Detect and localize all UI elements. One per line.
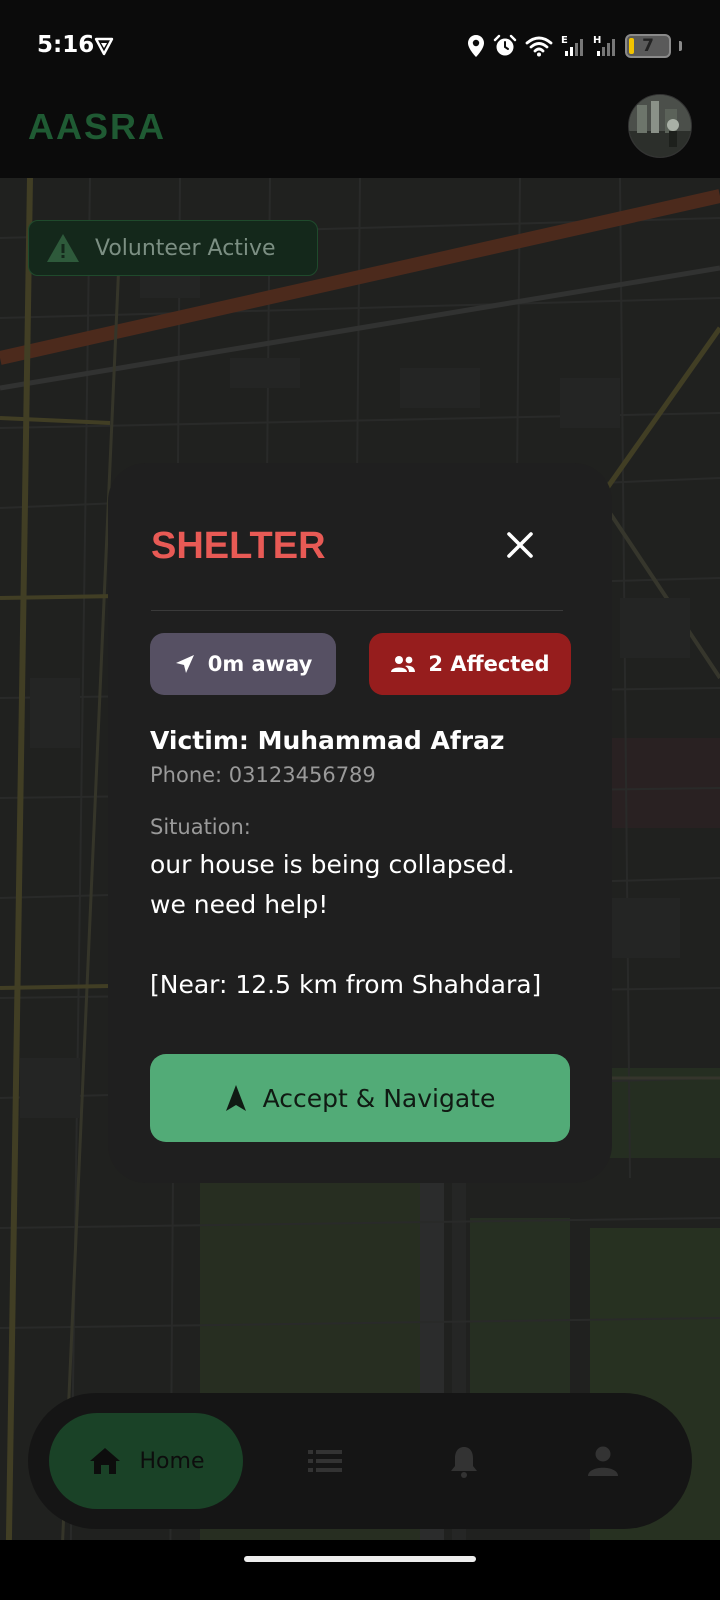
nav-home-label: Home xyxy=(139,1448,205,1474)
close-button[interactable] xyxy=(494,519,546,571)
battery-icon: 7 xyxy=(625,34,671,58)
accept-navigate-label: Accept & Navigate xyxy=(262,1083,496,1113)
navigation-icon xyxy=(225,1085,246,1111)
app-title: AASRA xyxy=(28,106,167,147)
location-icon xyxy=(468,35,484,57)
list-icon xyxy=(308,1450,342,1472)
wifi-icon xyxy=(525,36,553,57)
alert-title: SHELTER xyxy=(151,525,326,567)
app-bar: AASRA xyxy=(0,92,720,178)
distance-label: 0m away xyxy=(207,652,313,676)
nav-profile[interactable] xyxy=(583,1441,623,1481)
battery-tip xyxy=(679,41,682,51)
signal-e-icon: E xyxy=(561,35,583,56)
status-bar: 5:16 E H 7 xyxy=(0,0,720,92)
volunteer-status-label: Volunteer Active xyxy=(95,235,276,261)
warning-icon xyxy=(47,234,79,262)
nav-list[interactable] xyxy=(305,1441,345,1481)
vpn-icon xyxy=(94,37,114,56)
volunteer-status-chip: Volunteer Active xyxy=(28,220,318,276)
battery-level: 7 xyxy=(642,36,654,56)
navigation-arrow-icon xyxy=(175,655,194,673)
signal-h-icon: H xyxy=(593,35,615,56)
close-icon xyxy=(507,532,533,558)
situation-label: Situation: xyxy=(150,815,251,839)
victim-name: Victim: Muhammad Afraz xyxy=(150,726,505,755)
gesture-bar-area xyxy=(0,1540,720,1600)
affected-label: 2 Affected xyxy=(428,652,550,676)
avatar[interactable] xyxy=(628,94,692,158)
nav-home[interactable]: Home xyxy=(49,1413,243,1509)
distance-chip: 0m away xyxy=(150,633,336,695)
status-time: 5:16 xyxy=(37,32,95,58)
victim-phone: Phone: 03123456789 xyxy=(150,763,376,787)
bottom-navigation: Home xyxy=(28,1393,692,1529)
alert-dialog: SHELTER 0m away 2 Affected Victim: Muham… xyxy=(108,463,612,1183)
affected-chip: 2 Affected xyxy=(369,633,571,695)
person-icon xyxy=(588,1446,618,1476)
alarm-icon xyxy=(493,34,517,56)
dialog-divider xyxy=(151,610,563,611)
accept-navigate-button[interactable]: Accept & Navigate xyxy=(150,1054,570,1142)
svg-text:H: H xyxy=(593,35,601,46)
home-icon xyxy=(89,1448,120,1474)
situation-text: our house is being collapsed. we need he… xyxy=(150,850,542,999)
bell-icon xyxy=(451,1447,477,1478)
svg-text:E: E xyxy=(561,35,568,46)
nav-notifications[interactable] xyxy=(444,1441,484,1481)
avatar-photo xyxy=(629,95,691,157)
status-icons: E H 7 xyxy=(467,32,682,60)
home-indicator[interactable] xyxy=(244,1556,476,1562)
people-icon xyxy=(391,656,416,672)
